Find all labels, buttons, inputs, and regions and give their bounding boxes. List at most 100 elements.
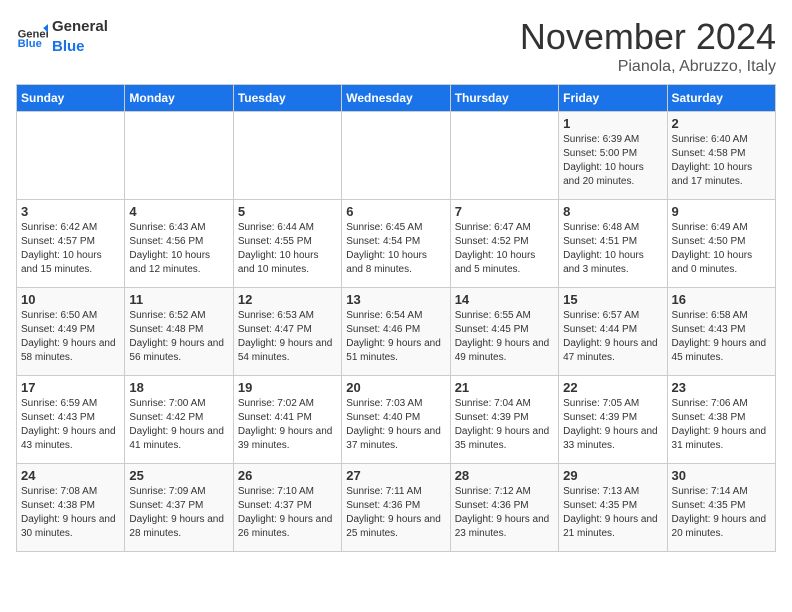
day-info: Sunrise: 7:13 AM Sunset: 4:35 PM Dayligh…: [563, 485, 662, 541]
day-number: 9: [672, 204, 771, 219]
day-number: 8: [563, 204, 662, 219]
day-info: Sunrise: 6:45 AM Sunset: 4:54 PM Dayligh…: [346, 221, 445, 277]
weekday-header-monday: Monday: [125, 85, 233, 112]
day-info: Sunrise: 6:59 AM Sunset: 4:43 PM Dayligh…: [21, 397, 120, 453]
day-number: 19: [238, 380, 337, 395]
calendar-cell: [125, 112, 233, 200]
location: Pianola, Abruzzo, Italy: [520, 58, 776, 76]
day-number: 30: [672, 468, 771, 483]
day-info: Sunrise: 7:02 AM Sunset: 4:41 PM Dayligh…: [238, 397, 337, 453]
calendar-cell: 18Sunrise: 7:00 AM Sunset: 4:42 PM Dayli…: [125, 376, 233, 464]
day-info: Sunrise: 7:08 AM Sunset: 4:38 PM Dayligh…: [21, 485, 120, 541]
calendar-body: 1Sunrise: 6:39 AM Sunset: 5:00 PM Daylig…: [17, 112, 776, 552]
calendar-cell: 30 Sunrise: 7:14 AM Sunset: 4:35 PM Dayli…: [667, 464, 775, 552]
day-info: Sunrise: 7:05 AM Sunset: 4:39 PM Dayligh…: [563, 397, 662, 453]
weekday-header-wednesday: Wednesday: [342, 85, 450, 112]
calendar-table: SundayMondayTuesdayWednesdayThursdayFrid…: [16, 84, 776, 552]
logo: General Blue General Blue: [16, 16, 108, 56]
page-header: General Blue General Blue November 2024 …: [16, 16, 776, 76]
calendar-cell: 6 Sunrise: 6:45 AM Sunset: 4:54 PM Daylig…: [342, 200, 450, 288]
calendar-week-1: 1Sunrise: 6:39 AM Sunset: 5:00 PM Daylig…: [17, 112, 776, 200]
day-info: Sunrise: 6:58 AM Sunset: 4:43 PM Dayligh…: [672, 309, 771, 365]
calendar-cell: 27 Sunrise: 7:11 AM Sunset: 4:36 PM Dayli…: [342, 464, 450, 552]
calendar-cell: 25 Sunrise: 7:09 AM Sunset: 4:37 PM Dayli…: [125, 464, 233, 552]
day-number: 14: [455, 292, 554, 307]
day-number: 28: [455, 468, 554, 483]
logo-icon: General Blue: [16, 20, 48, 52]
weekday-header-friday: Friday: [559, 85, 667, 112]
day-info: Sunrise: 6:49 AM Sunset: 4:50 PM Dayligh…: [672, 221, 771, 277]
calendar-cell: [450, 112, 558, 200]
calendar-cell: 10 Sunrise: 6:50 AM Sunset: 4:49 PM Dayli…: [17, 288, 125, 376]
title-block: November 2024 Pianola, Abruzzo, Italy: [520, 16, 776, 76]
day-info: Sunrise: 6:57 AM Sunset: 4:44 PM Dayligh…: [563, 309, 662, 365]
day-info: Sunrise: 7:09 AM Sunset: 4:37 PM Dayligh…: [129, 485, 228, 541]
calendar-cell: 7 Sunrise: 6:47 AM Sunset: 4:52 PM Daylig…: [450, 200, 558, 288]
day-number: 7: [455, 204, 554, 219]
day-number: 26: [238, 468, 337, 483]
day-number: 10: [21, 292, 120, 307]
day-number: 22: [563, 380, 662, 395]
day-info: Sunrise: 6:52 AM Sunset: 4:48 PM Dayligh…: [129, 309, 228, 365]
calendar-cell: 12Sunrise: 6:53 AM Sunset: 4:47 PM Dayli…: [233, 288, 341, 376]
calendar-cell: 22 Sunrise: 7:05 AM Sunset: 4:39 PM Dayli…: [559, 376, 667, 464]
calendar-cell: 2 Sunrise: 6:40 AM Sunset: 4:58 PM Daylig…: [667, 112, 775, 200]
day-info: Sunrise: 6:47 AM Sunset: 4:52 PM Dayligh…: [455, 221, 554, 277]
day-info: Sunrise: 7:14 AM Sunset: 4:35 PM Dayligh…: [672, 485, 771, 541]
calendar-cell: [17, 112, 125, 200]
day-number: 27: [346, 468, 445, 483]
calendar-cell: 14 Sunrise: 6:55 AM Sunset: 4:45 PM Dayli…: [450, 288, 558, 376]
day-number: 13: [346, 292, 445, 307]
day-number: 6: [346, 204, 445, 219]
svg-text:Blue: Blue: [18, 38, 42, 50]
calendar-cell: 26Sunrise: 7:10 AM Sunset: 4:37 PM Dayli…: [233, 464, 341, 552]
day-number: 2: [672, 116, 771, 131]
weekday-header-sunday: Sunday: [17, 85, 125, 112]
calendar-week-5: 24 Sunrise: 7:08 AM Sunset: 4:38 PM Dayli…: [17, 464, 776, 552]
day-info: Sunrise: 7:06 AM Sunset: 4:38 PM Dayligh…: [672, 397, 771, 453]
calendar-cell: 13Sunrise: 6:54 AM Sunset: 4:46 PM Dayli…: [342, 288, 450, 376]
calendar-cell: 24 Sunrise: 7:08 AM Sunset: 4:38 PM Dayli…: [17, 464, 125, 552]
calendar-cell: 16 Sunrise: 6:58 AM Sunset: 4:43 PM Dayli…: [667, 288, 775, 376]
day-info: Sunrise: 6:39 AM Sunset: 5:00 PM Dayligh…: [563, 133, 662, 189]
calendar-cell: 3Sunrise: 6:42 AM Sunset: 4:57 PM Daylig…: [17, 200, 125, 288]
day-number: 24: [21, 468, 120, 483]
month-title: November 2024: [520, 16, 776, 58]
day-number: 16: [672, 292, 771, 307]
day-info: Sunrise: 6:50 AM Sunset: 4:49 PM Dayligh…: [21, 309, 120, 365]
calendar-header-row: SundayMondayTuesdayWednesdayThursdayFrid…: [17, 85, 776, 112]
day-info: Sunrise: 6:43 AM Sunset: 4:56 PM Dayligh…: [129, 221, 228, 277]
calendar-cell: 28Sunrise: 7:12 AM Sunset: 4:36 PM Dayli…: [450, 464, 558, 552]
calendar-cell: 15 Sunrise: 6:57 AM Sunset: 4:44 PM Dayli…: [559, 288, 667, 376]
day-info: Sunrise: 7:04 AM Sunset: 4:39 PM Dayligh…: [455, 397, 554, 453]
day-info: Sunrise: 7:11 AM Sunset: 4:36 PM Dayligh…: [346, 485, 445, 541]
day-number: 5: [238, 204, 337, 219]
day-number: 4: [129, 204, 228, 219]
weekday-header-saturday: Saturday: [667, 85, 775, 112]
weekday-header-tuesday: Tuesday: [233, 85, 341, 112]
day-info: Sunrise: 6:40 AM Sunset: 4:58 PM Dayligh…: [672, 133, 771, 189]
calendar-cell: 11 Sunrise: 6:52 AM Sunset: 4:48 PM Dayli…: [125, 288, 233, 376]
calendar-cell: 20Sunrise: 7:03 AM Sunset: 4:40 PM Dayli…: [342, 376, 450, 464]
day-number: 11: [129, 292, 228, 307]
day-number: 15: [563, 292, 662, 307]
day-info: Sunrise: 6:55 AM Sunset: 4:45 PM Dayligh…: [455, 309, 554, 365]
day-number: 17: [21, 380, 120, 395]
calendar-cell: 1Sunrise: 6:39 AM Sunset: 5:00 PM Daylig…: [559, 112, 667, 200]
calendar-cell: 29Sunrise: 7:13 AM Sunset: 4:35 PM Dayli…: [559, 464, 667, 552]
calendar-week-2: 3Sunrise: 6:42 AM Sunset: 4:57 PM Daylig…: [17, 200, 776, 288]
day-info: Sunrise: 6:53 AM Sunset: 4:47 PM Dayligh…: [238, 309, 337, 365]
day-info: Sunrise: 6:48 AM Sunset: 4:51 PM Dayligh…: [563, 221, 662, 277]
day-info: Sunrise: 7:00 AM Sunset: 4:42 PM Dayligh…: [129, 397, 228, 453]
weekday-header-thursday: Thursday: [450, 85, 558, 112]
calendar-cell: [233, 112, 341, 200]
day-info: Sunrise: 6:42 AM Sunset: 4:57 PM Dayligh…: [21, 221, 120, 277]
calendar-cell: [342, 112, 450, 200]
logo-blue-text: Blue: [52, 38, 85, 55]
day-number: 25: [129, 468, 228, 483]
day-info: Sunrise: 7:03 AM Sunset: 4:40 PM Dayligh…: [346, 397, 445, 453]
calendar-week-3: 10 Sunrise: 6:50 AM Sunset: 4:49 PM Dayli…: [17, 288, 776, 376]
calendar-cell: 9 Sunrise: 6:49 AM Sunset: 4:50 PM Daylig…: [667, 200, 775, 288]
day-number: 21: [455, 380, 554, 395]
calendar-cell: 4 Sunrise: 6:43 AM Sunset: 4:56 PM Daylig…: [125, 200, 233, 288]
